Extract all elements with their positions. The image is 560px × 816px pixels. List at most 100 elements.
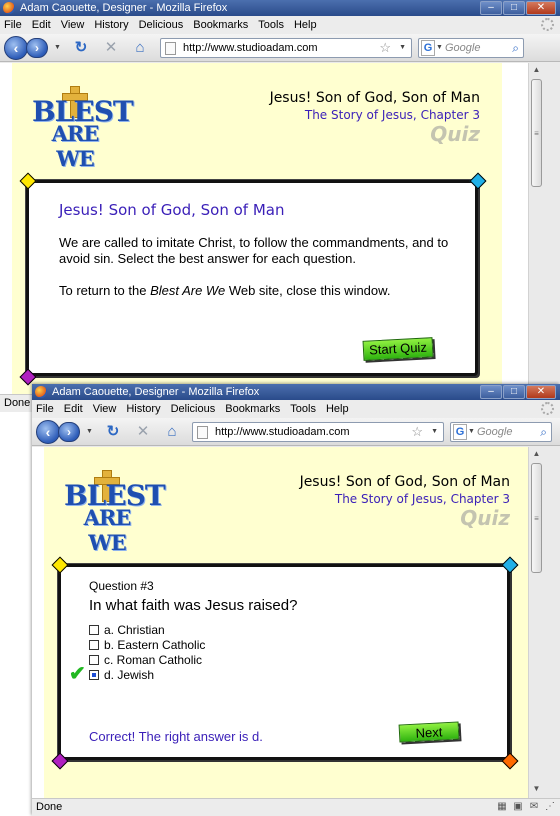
browser-window-question: Adam Caouette, Designer - Mozilla Firefo…	[32, 384, 560, 816]
title-bar: Adam Caouette, Designer - Mozilla Firefo…	[0, 0, 560, 16]
close-button[interactable]: ✕	[526, 1, 556, 15]
url-bar[interactable]: http://www.studioadam.com ☆ ▼	[192, 422, 444, 442]
window-title: Adam Caouette, Designer - Mozilla Firefo…	[20, 2, 228, 14]
quiz-header: Jesus! Son of God, Son of Man The Story …	[160, 89, 480, 145]
search-engine-dropdown-icon[interactable]: ▼	[436, 39, 443, 57]
menu-file[interactable]: File	[36, 400, 54, 418]
firefox-icon	[35, 386, 47, 398]
stop-icon[interactable]: ✕	[134, 423, 152, 441]
return-paragraph: To return to the Blest Are We Web site, …	[59, 283, 391, 298]
status-text: Done	[4, 397, 31, 409]
reload-icon[interactable]: ↻	[72, 39, 90, 57]
home-icon[interactable]: ⌂	[131, 39, 149, 57]
intro-card: Jesus! Son of God, Son of Man We are cal…	[26, 180, 478, 376]
search-engine-dropdown-icon[interactable]: ▼	[468, 423, 475, 441]
url-text: http://www.studioadam.com	[215, 426, 350, 438]
menu-edit[interactable]: Edit	[64, 400, 83, 418]
menu-tools[interactable]: Tools	[258, 16, 284, 34]
url-dropdown-icon[interactable]: ▼	[399, 39, 406, 57]
addon-icon[interactable]: ▣	[512, 801, 524, 813]
checkbox[interactable]	[89, 655, 99, 665]
menu-view[interactable]: View	[61, 16, 85, 34]
close-button[interactable]: ✕	[526, 385, 556, 399]
checkbox-checked[interactable]	[89, 670, 99, 680]
scroll-down-icon[interactable]: ▼	[531, 784, 542, 796]
google-icon[interactable]: G	[453, 424, 467, 440]
minimize-button[interactable]: –	[480, 385, 502, 399]
checkbox[interactable]	[89, 640, 99, 650]
forward-icon[interactable]: ›	[26, 38, 48, 58]
scroll-up-icon[interactable]: ▲	[531, 65, 542, 77]
reload-icon[interactable]: ↻	[104, 423, 122, 441]
start-quiz-button[interactable]: Start Quiz	[362, 337, 434, 361]
blest-are-we-logo: BLEST ARE WE	[32, 87, 134, 171]
menu-help[interactable]: Help	[294, 16, 317, 34]
menu-bookmarks[interactable]: Bookmarks	[225, 400, 280, 418]
search-placeholder: Google	[477, 426, 513, 438]
mail-icon[interactable]: ✉	[528, 801, 540, 813]
menu-delicious[interactable]: Delicious	[139, 16, 184, 34]
menu-bar: File Edit View History Delicious Bookmar…	[0, 16, 560, 34]
bookmark-star-icon[interactable]: ☆	[379, 39, 391, 57]
menu-tools[interactable]: Tools	[290, 400, 316, 418]
quiz-page: BLEST ARE WE Jesus! Son of God, Son of M…	[44, 447, 532, 798]
magnifier-icon[interactable]: ⌕	[512, 39, 519, 57]
window-controls: – □ ✕	[480, 385, 556, 399]
checkbox[interactable]	[89, 625, 99, 635]
home-icon[interactable]: ⌂	[163, 423, 181, 441]
menu-bookmarks[interactable]: Bookmarks	[193, 16, 248, 34]
menu-help[interactable]: Help	[326, 400, 349, 418]
google-icon[interactable]: G	[421, 40, 435, 56]
search-field[interactable]: G ▼ Google ⌕	[450, 422, 552, 442]
menu-view[interactable]: View	[93, 400, 117, 418]
history-dropdown-icon[interactable]: ▼	[86, 428, 93, 435]
answer-option-a[interactable]: a. Christian	[89, 623, 165, 638]
window-title: Adam Caouette, Designer - Mozilla Firefo…	[52, 386, 260, 398]
scroll-up-icon[interactable]: ▲	[531, 449, 542, 461]
question-text: In what faith was Jesus raised?	[89, 597, 298, 614]
magnifier-icon[interactable]: ⌕	[540, 423, 547, 441]
scroll-thumb[interactable]: ≡	[531, 79, 542, 187]
maximize-button[interactable]: □	[503, 385, 525, 399]
menu-history[interactable]: History	[94, 16, 128, 34]
scroll-thumb[interactable]: ≡	[531, 463, 542, 573]
status-text: Done	[36, 801, 63, 813]
page-content: BLEST ARE WE Jesus! Son of God, Son of M…	[0, 63, 544, 412]
forward-icon[interactable]: ›	[58, 422, 80, 442]
vertical-scrollbar[interactable]: ▲ ≡	[528, 63, 544, 412]
menu-history[interactable]: History	[126, 400, 160, 418]
history-dropdown-icon[interactable]: ▼	[54, 44, 61, 51]
answer-option-d[interactable]: d. Jewish	[89, 668, 154, 683]
quiz-page: BLEST ARE WE Jesus! Son of God, Son of M…	[12, 63, 502, 412]
url-bar[interactable]: http://www.studioadam.com ☆ ▼	[160, 38, 412, 58]
search-field[interactable]: G ▼ Google ⌕	[418, 38, 524, 58]
menu-file[interactable]: File	[4, 16, 22, 34]
menu-bar: File Edit View History Delicious Bookmar…	[32, 400, 560, 418]
bookmark-star-icon[interactable]: ☆	[411, 423, 423, 441]
blest-are-we-logo: BLEST ARE WE	[64, 471, 166, 555]
network-icon[interactable]: ▦	[496, 801, 508, 813]
back-icon[interactable]: ‹	[36, 420, 60, 444]
status-icons: ▦ ▣ ✉ ⋰	[496, 801, 556, 813]
back-icon[interactable]: ‹	[4, 36, 28, 60]
correct-checkmark-icon: ✔	[69, 663, 86, 685]
menu-edit[interactable]: Edit	[32, 16, 51, 34]
header-subtitle: The Story of Jesus, Chapter 3	[304, 108, 480, 122]
resize-grip-icon[interactable]: ⋰	[544, 801, 556, 813]
next-button[interactable]: Next	[398, 721, 460, 743]
menu-delicious[interactable]: Delicious	[171, 400, 216, 418]
vertical-scrollbar[interactable]: ▲ ≡ ▼	[528, 447, 544, 798]
title-bar: Adam Caouette, Designer - Mozilla Firefo…	[32, 384, 560, 400]
page-content: BLEST ARE WE Jesus! Son of God, Son of M…	[32, 447, 544, 798]
answer-option-b[interactable]: b. Eastern Catholic	[89, 638, 205, 653]
minimize-button[interactable]: –	[480, 1, 502, 15]
answer-feedback: Correct! The right answer is d.	[89, 729, 263, 744]
stop-icon[interactable]: ✕	[102, 39, 120, 57]
back-forward-group: ‹ › ▼	[4, 36, 62, 60]
intro-paragraph: We are called to imitate Christ, to foll…	[59, 235, 449, 266]
maximize-button[interactable]: □	[503, 1, 525, 15]
header-title: Jesus! Son of God, Son of Man	[269, 90, 480, 106]
header-title: Jesus! Son of God, Son of Man	[299, 474, 510, 490]
url-dropdown-icon[interactable]: ▼	[431, 423, 438, 441]
answer-option-c[interactable]: c. Roman Catholic	[89, 653, 202, 668]
